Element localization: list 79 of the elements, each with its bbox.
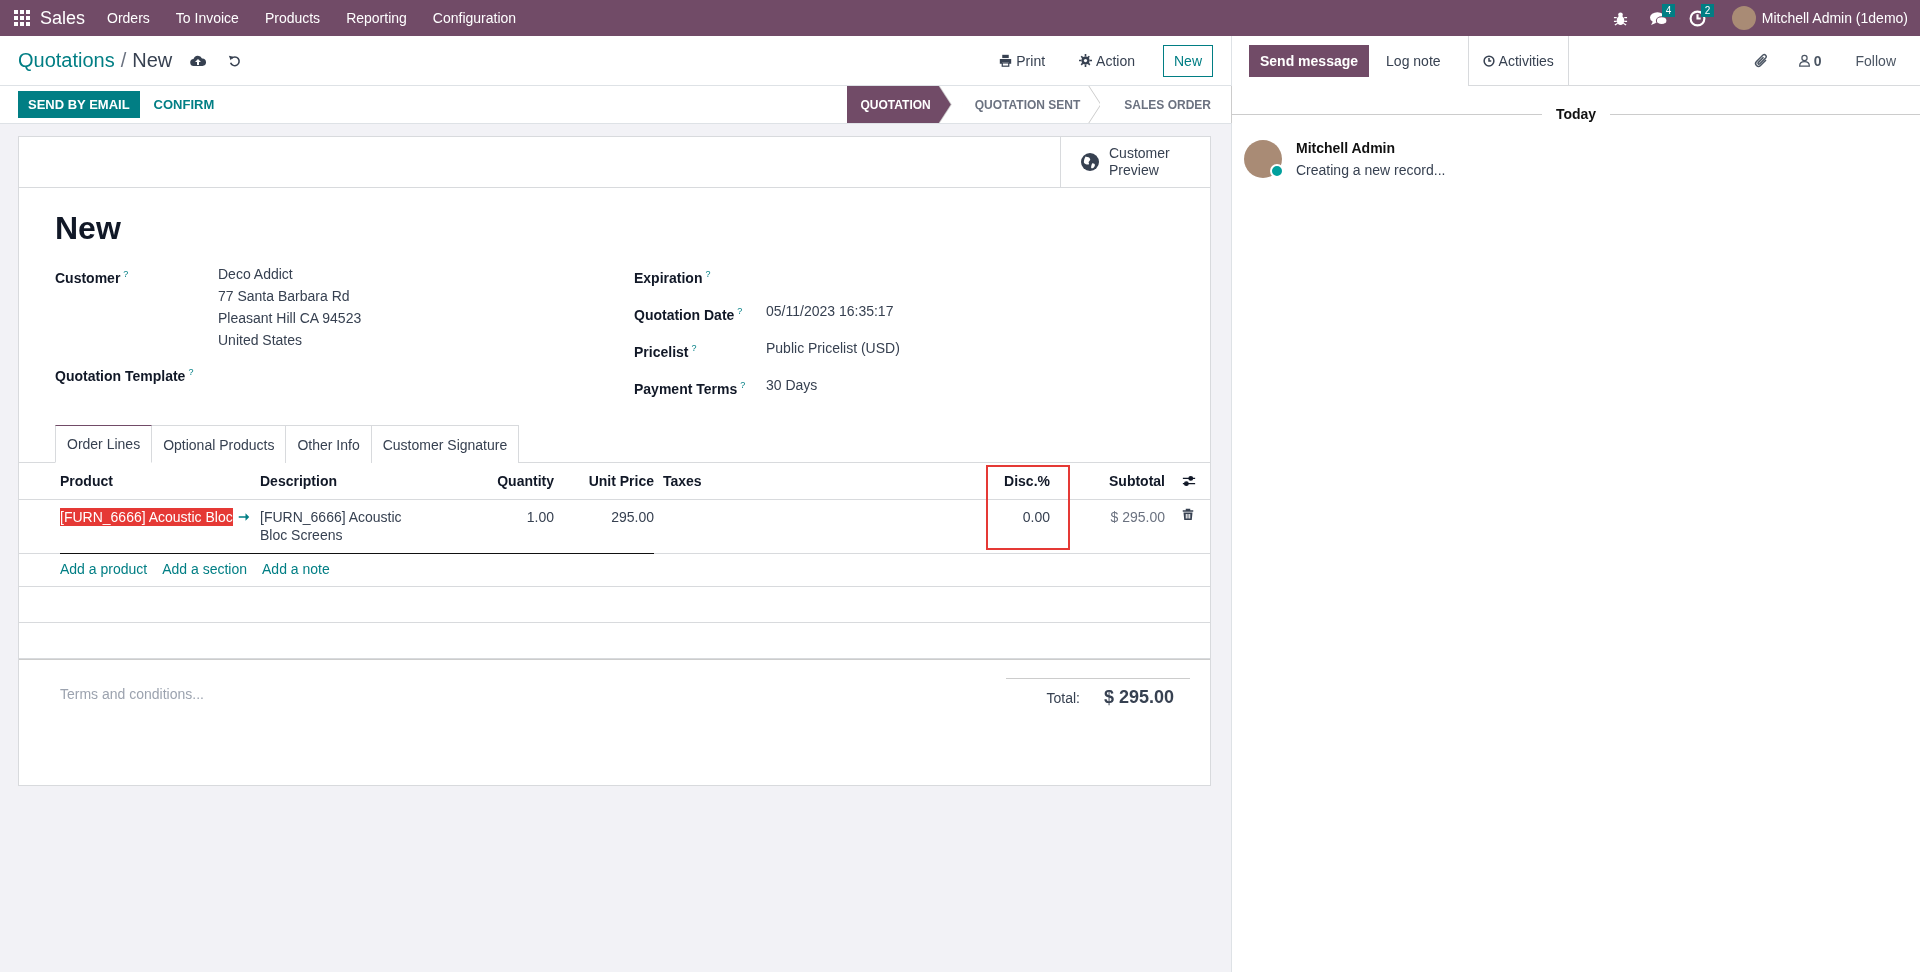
description-text: [FURN_6666] Acoustic Bloc Screens <box>260 508 403 544</box>
field-label: Pricelist <box>634 343 689 360</box>
count-badge: 2 <box>1700 3 1715 17</box>
new-button[interactable]: New <box>1163 44 1213 77</box>
activities-button[interactable]: Activities <box>1467 36 1569 86</box>
column-header: Product <box>60 463 260 500</box>
record-title: New <box>55 210 122 247</box>
gear-icon <box>1079 54 1093 67</box>
print-button[interactable]: Print <box>993 51 1052 70</box>
notebook-tab[interactable]: Customer Signature <box>371 425 520 463</box>
field-label: Expiration <box>634 269 703 286</box>
count-badge: 4 <box>1661 3 1676 17</box>
notebook-tab[interactable]: Order Lines <box>55 425 153 463</box>
breadcrumb-current: New <box>132 49 173 72</box>
add-line-link[interactable]: Add a note <box>262 561 330 577</box>
composer-tab[interactable]: Send message <box>1249 45 1370 77</box>
action-button[interactable]: Action <box>1073 51 1141 70</box>
table-cell: 1.00 <box>526 508 554 526</box>
add-line-link[interactable]: Add a section <box>162 561 247 577</box>
delete-icon[interactable] <box>1182 508 1194 520</box>
printer-icon <box>999 54 1013 67</box>
total-amount: $ 295.00 <box>1103 687 1174 708</box>
field-label: Quotation Template <box>55 367 186 384</box>
field-value[interactable]: 30 Days <box>766 376 818 394</box>
field-value[interactable]: Pleasant Hill CA 94523 <box>218 309 362 327</box>
message-author: Mitchell Admin <box>1296 140 1397 156</box>
help-tooltip-mark[interactable]: ? <box>740 380 746 390</box>
field-value[interactable]: Public Pricelist (USD) <box>766 339 900 357</box>
apps-menu-icon[interactable] <box>14 10 30 26</box>
product-field[interactable]: [FURN_6666] Acoustic Bloc <box>60 508 233 526</box>
message-body: Creating a new record... <box>1296 162 1446 178</box>
table-cell: 0.00 <box>1022 508 1050 526</box>
help-tooltip-mark[interactable]: ? <box>737 306 743 316</box>
person-icon <box>1797 54 1811 67</box>
notebook-tab[interactable]: Optional Products <box>152 425 287 463</box>
field-label: Customer <box>55 269 121 286</box>
menu-item[interactable]: Reporting <box>346 10 407 26</box>
breadcrumb-separator: / <box>120 49 127 72</box>
clock-icon[interactable] <box>1688 9 1706 27</box>
add-line-link[interactable]: Add a product <box>60 561 148 577</box>
field-value[interactable]: 77 Santa Barbara Rd <box>218 287 362 305</box>
menu-item[interactable]: To Invoice <box>175 10 239 26</box>
column-header: Description <box>260 463 470 500</box>
internal-link-arrow-icon[interactable] <box>237 511 250 523</box>
field-value[interactable]: United States <box>218 331 362 349</box>
breadcrumb-link[interactable]: Quotations <box>18 49 115 72</box>
table-cell: $ 295.00 <box>1110 508 1165 526</box>
column-header: Disc.% <box>970 463 1050 500</box>
column-header: Unit Price <box>554 463 654 500</box>
user-name[interactable]: Mitchell Admin (1demo) <box>1761 10 1908 26</box>
field-label: Quotation Date <box>634 306 735 323</box>
column-settings-icon[interactable] <box>1182 474 1196 488</box>
app-name[interactable]: Sales <box>40 7 86 29</box>
menu-item[interactable]: Configuration <box>432 10 517 26</box>
total-label: Total: <box>1046 690 1080 706</box>
field-value[interactable]: 05/11/2023 16:35:17 <box>766 302 894 320</box>
help-tooltip-mark[interactable]: ? <box>691 343 697 353</box>
column-header: Taxes <box>654 463 970 500</box>
followers-button[interactable]: 0 <box>1791 51 1828 70</box>
column-header: Subtotal <box>1050 463 1165 500</box>
table-cell: 295.00 <box>611 508 654 526</box>
globe-icon <box>1081 153 1099 171</box>
bug-icon[interactable] <box>1612 10 1628 26</box>
clock-icon <box>1482 54 1495 67</box>
field-label: Payment Terms <box>634 380 738 397</box>
status-stage[interactable]: QUOTATION <box>846 86 951 123</box>
follow-button[interactable]: Follow <box>1849 51 1902 70</box>
paperclip-icon[interactable] <box>1753 52 1770 69</box>
help-tooltip-mark[interactable]: ? <box>123 269 129 279</box>
status-action-button[interactable]: SEND BY EMAIL <box>18 91 140 118</box>
column-header: Quantity <box>470 463 554 500</box>
menu-item[interactable]: Orders <box>107 10 150 26</box>
menu-item[interactable]: Products <box>264 10 321 26</box>
undo-icon[interactable] <box>228 53 243 68</box>
notebook-tab[interactable]: Other Info <box>286 425 372 463</box>
field-value[interactable]: Deco Addict <box>218 265 362 283</box>
help-tooltip-mark[interactable]: ? <box>188 367 194 377</box>
date-divider: Today <box>1555 106 1597 122</box>
help-tooltip-mark[interactable]: ? <box>705 269 711 279</box>
